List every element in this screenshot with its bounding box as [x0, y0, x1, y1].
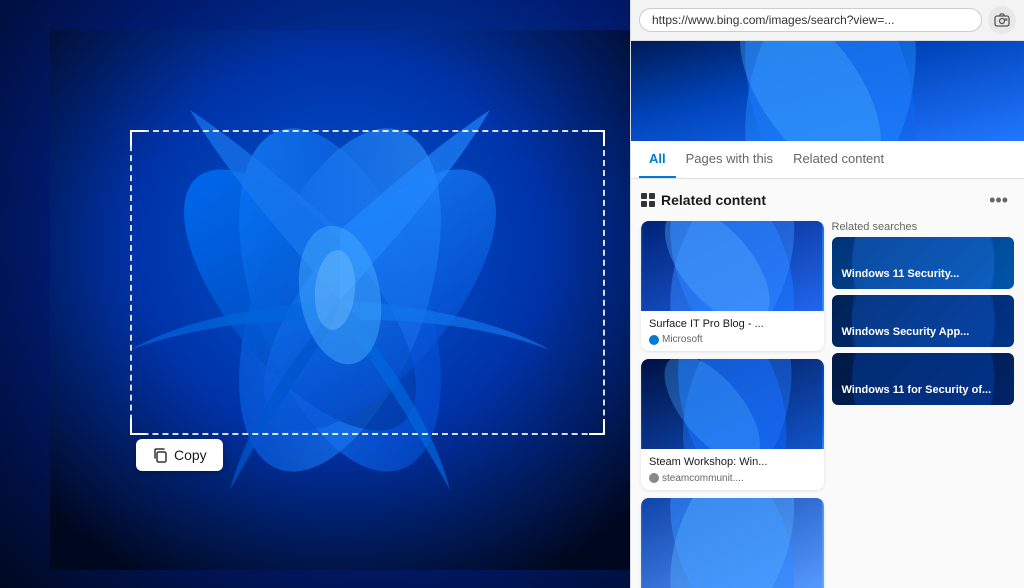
section-title-text: Related content — [661, 192, 766, 208]
panel-content: Related content ••• — [631, 179, 1024, 588]
tab-related-label: Related content — [793, 151, 884, 166]
surface-card-image — [641, 221, 824, 311]
grid-dot — [641, 201, 647, 207]
steam-card[interactable]: Steam Workshop: Win... steamcommunit.... — [641, 359, 824, 489]
search-chip-security-of[interactable]: Windows 11 for Security of... — [832, 353, 1015, 405]
address-input[interactable]: https://www.bing.com/images/search?view=… — [639, 8, 982, 32]
chip3-label: Windows 11 for Security of... — [842, 383, 992, 397]
dribbble-card-image — [641, 498, 824, 588]
surface-card-title: Surface IT Pro Blog - ... — [649, 317, 816, 331]
content-grid: Surface IT Pro Blog - ... Microsoft — [641, 221, 1014, 588]
visual-search-button[interactable] — [988, 6, 1016, 34]
camera-icon — [994, 12, 1010, 28]
steam-card-meta: Steam Workshop: Win... steamcommunit.... — [641, 449, 824, 489]
cards-column: Surface IT Pro Blog - ... Microsoft — [641, 221, 824, 588]
tab-pages-label: Pages with this — [686, 151, 773, 166]
tab-all-label: All — [649, 151, 666, 166]
chip1-bg-svg — [832, 237, 1015, 289]
url-text: https://www.bing.com/images/search?view=… — [652, 13, 894, 27]
surface-card-source: Microsoft — [649, 334, 816, 345]
search-chip-security-app[interactable]: Windows Security App... — [832, 295, 1015, 347]
tab-related-content[interactable]: Related content — [783, 141, 894, 178]
chip3-bg-svg — [832, 353, 1015, 405]
more-icon: ••• — [989, 190, 1008, 210]
preview-svg — [631, 41, 1024, 141]
tab-all[interactable]: All — [639, 141, 676, 178]
microsoft-icon — [649, 335, 659, 345]
grid-dot — [649, 193, 655, 199]
steam-card-title: Steam Workshop: Win... — [649, 455, 816, 469]
surface-card[interactable]: Surface IT Pro Blog - ... Microsoft — [641, 221, 824, 351]
related-searches-column: Related searches Windows 11 Security... — [832, 221, 1015, 588]
chip2-bg-svg — [832, 295, 1015, 347]
search-chip-security[interactable]: Windows 11 Security... — [832, 237, 1015, 289]
steam-card-svg — [641, 359, 824, 449]
steam-card-source: steamcommunit.... — [649, 473, 816, 484]
win11-flower-svg — [50, 30, 630, 570]
browser-panel: https://www.bing.com/images/search?view=… — [630, 0, 1024, 588]
chip1-label: Windows 11 Security... — [842, 267, 960, 281]
steam-card-source-text: steamcommunit.... — [662, 473, 744, 484]
wallpaper-background — [0, 0, 630, 588]
steam-icon — [649, 473, 659, 483]
grid-dot — [641, 193, 647, 199]
chip2-label: Windows Security App... — [842, 325, 970, 339]
tab-pages-with-this[interactable]: Pages with this — [676, 141, 783, 178]
image-preview — [631, 41, 1024, 141]
address-bar: https://www.bing.com/images/search?view=… — [631, 0, 1024, 41]
related-searches-label: Related searches — [832, 221, 1015, 233]
surface-card-meta: Surface IT Pro Blog - ... Microsoft — [641, 311, 824, 351]
surface-card-source-text: Microsoft — [662, 334, 703, 345]
tabs-bar: All Pages with this Related content — [631, 141, 1024, 179]
copy-button[interactable]: Copy — [136, 439, 223, 471]
search-chips-list: Windows 11 Security... Windows Security … — [832, 237, 1015, 405]
steam-card-image — [641, 359, 824, 449]
section-title: Related content — [641, 192, 766, 208]
dribbble-card[interactable]: Windows 11 Wallpaper... dribbble.com — [641, 498, 824, 588]
copy-label: Copy — [174, 447, 207, 463]
grid-dot — [649, 201, 655, 207]
dribbble-card-svg — [641, 498, 824, 588]
grid-icon — [641, 193, 655, 207]
copy-icon — [152, 447, 168, 463]
more-options-button[interactable]: ••• — [983, 189, 1014, 211]
surface-card-svg — [641, 221, 824, 311]
section-header: Related content ••• — [641, 189, 1014, 211]
